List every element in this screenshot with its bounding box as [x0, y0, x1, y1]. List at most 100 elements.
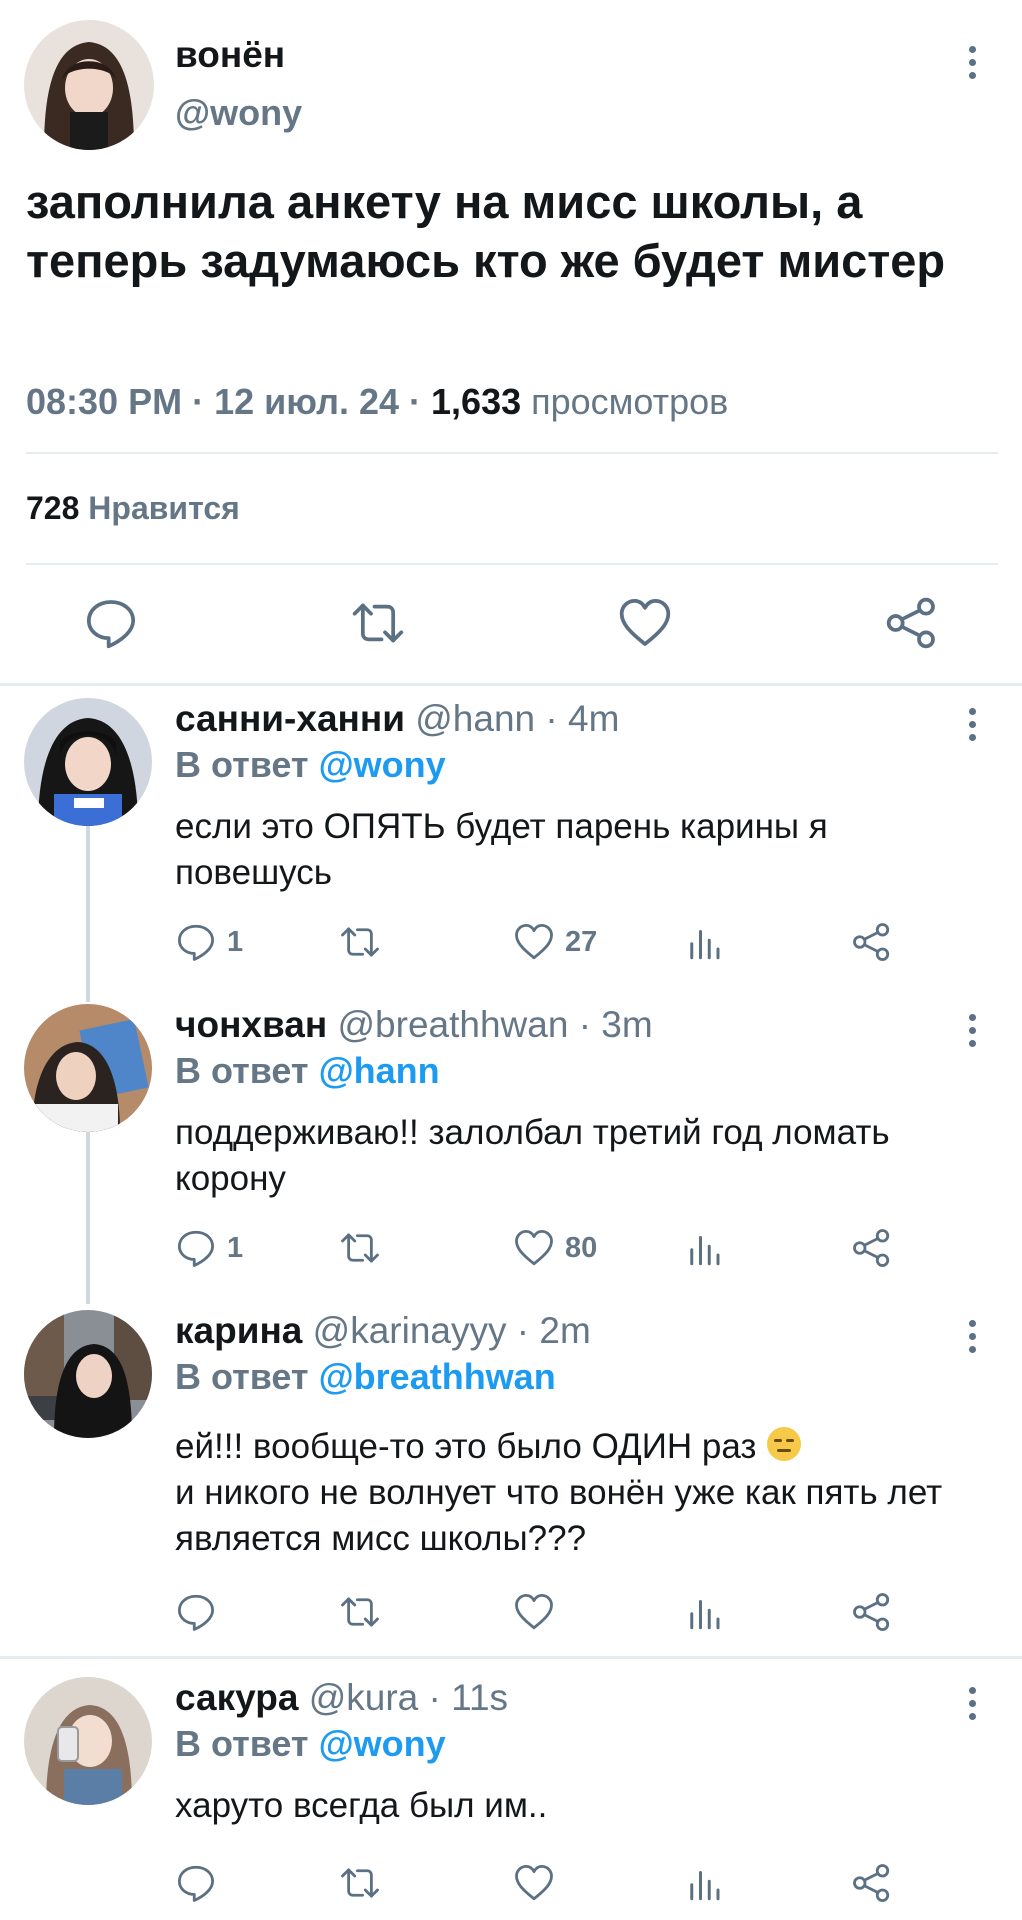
reply-header: санни-ханни @hann · 4m	[175, 698, 619, 740]
reply-author-handle[interactable]: @karinayyy	[313, 1310, 507, 1351]
replying-to-label: В ответ	[175, 1050, 319, 1091]
reply-text: если это ОПЯТЬ будет парень карины я пов…	[175, 807, 828, 892]
like-count: 80	[565, 1231, 598, 1264]
reply-tweet: санни-ханни @hann · 4m В ответ @wony есл…	[0, 686, 1022, 992]
share-button[interactable]	[851, 1588, 893, 1636]
retweet-icon[interactable]	[350, 595, 406, 651]
avatar[interactable]	[24, 1677, 152, 1805]
like-button[interactable]	[513, 1859, 565, 1907]
author-handle[interactable]: @wony	[175, 92, 302, 134]
retweet-icon	[341, 1868, 379, 1898]
reply-actions: 1 80	[175, 1224, 935, 1272]
reply-button[interactable]: 1	[175, 1224, 243, 1272]
views-button[interactable]	[683, 1224, 725, 1272]
reply-author-name[interactable]: санни-ханни	[175, 698, 405, 739]
heart-icon	[515, 1593, 553, 1630]
reply-author-handle[interactable]: @hann	[415, 698, 535, 739]
reply-text-line: и никого не волнует что вонён уже как пя…	[175, 1473, 943, 1558]
avatar[interactable]	[24, 698, 152, 826]
divider	[26, 452, 998, 454]
reply-count: 1	[227, 925, 244, 958]
tweet-text: заполнила анкету на мисс школы, а теперь…	[26, 175, 946, 287]
more-options-icon[interactable]	[958, 42, 986, 82]
reply-author-handle[interactable]: @breathhwan	[337, 1004, 568, 1045]
reply-tweet: сакура @kura · 11s В ответ @wony харуто …	[0, 1659, 1022, 1920]
reply-button[interactable]	[175, 1859, 227, 1907]
heart-icon	[515, 1864, 553, 1901]
heart-icon[interactable]	[617, 595, 673, 651]
expressionless-face-icon	[767, 1427, 802, 1461]
heart-icon	[515, 1229, 553, 1266]
replying-to: В ответ @wony	[175, 1723, 446, 1765]
mention-link[interactable]: @hann	[319, 1050, 440, 1091]
reply-icon[interactable]	[83, 595, 139, 651]
views-button[interactable]	[683, 918, 725, 966]
bar-chart-icon	[690, 1871, 720, 1901]
likes-count: 728	[26, 490, 80, 526]
tweet-date: 12 июл. 24	[214, 381, 400, 422]
reply-button[interactable]	[175, 1588, 227, 1636]
more-options-icon[interactable]	[958, 1010, 986, 1050]
reply-icon	[177, 1865, 215, 1902]
share-button[interactable]	[851, 918, 893, 966]
main-tweet: вонён @wony заполнила анкету на мисс шко…	[0, 0, 1022, 683]
more-options-icon[interactable]	[958, 1316, 986, 1356]
reply-text: ей!!! вообще-то это было ОДИН раз и нико…	[175, 1424, 975, 1562]
reply-icon	[177, 1594, 215, 1631]
divider	[26, 563, 998, 565]
views-count: 1,633	[431, 381, 522, 422]
reply-author-handle[interactable]: @kura	[309, 1677, 419, 1718]
reply-time: · 3m	[578, 1004, 653, 1045]
avatar[interactable]	[24, 1310, 152, 1438]
reply-header: сакура @kura · 11s	[175, 1677, 508, 1719]
reply-author-name[interactable]: карина	[175, 1310, 302, 1351]
reply-count: 1	[227, 1231, 244, 1264]
views-button[interactable]	[683, 1588, 725, 1636]
avatar[interactable]	[24, 1004, 152, 1132]
avatar[interactable]	[24, 20, 154, 150]
reply-text: харуто всегда был им..	[175, 1786, 548, 1825]
views-button[interactable]	[683, 1859, 725, 1907]
reply-actions: 1 27	[175, 918, 935, 966]
like-button[interactable]: 80	[513, 1224, 597, 1272]
reply-time: · 4m	[545, 698, 620, 739]
like-button[interactable]: 27	[513, 918, 597, 966]
reply-icon	[177, 924, 215, 961]
replying-to-label: В ответ	[175, 744, 319, 785]
bar-chart-icon	[690, 1600, 720, 1630]
more-options-icon[interactable]	[958, 704, 986, 744]
replying-to-label: В ответ	[175, 1723, 319, 1764]
share-icon	[853, 1593, 890, 1631]
reply-author-name[interactable]: сакура	[175, 1677, 298, 1718]
retweet-icon	[341, 927, 379, 957]
mention-link[interactable]: @wony	[319, 744, 446, 785]
mention-link[interactable]: @breathhwan	[319, 1356, 556, 1397]
separator: ·	[399, 381, 432, 422]
share-button[interactable]	[851, 1224, 893, 1272]
reply-tweet: карина @karinayyy · 2m В ответ @breathhw…	[0, 1298, 1022, 1656]
retweet-button[interactable]	[339, 1859, 381, 1907]
heart-icon	[515, 923, 553, 960]
reply-text: поддерживаю!! залолбал третий год ломать…	[175, 1113, 890, 1198]
reply-actions	[175, 1859, 935, 1907]
retweet-button[interactable]	[339, 1224, 381, 1272]
like-button[interactable]	[513, 1588, 565, 1636]
share-icon[interactable]	[884, 595, 940, 651]
likes-summary[interactable]: 728 Нравится	[26, 490, 240, 527]
reply-icon	[177, 1230, 215, 1267]
bar-chart-icon	[690, 1236, 720, 1266]
retweet-icon	[341, 1233, 379, 1263]
share-button[interactable]	[851, 1859, 893, 1907]
reply-button[interactable]: 1	[175, 918, 243, 966]
mention-link[interactable]: @wony	[319, 1723, 446, 1764]
retweet-button[interactable]	[339, 918, 381, 966]
replying-to: В ответ @breathhwan	[175, 1356, 556, 1398]
replying-to: В ответ @wony	[175, 744, 446, 786]
retweet-button[interactable]	[339, 1588, 381, 1636]
reply-author-name[interactable]: чонхван	[175, 1004, 327, 1045]
replying-to-label: В ответ	[175, 1356, 319, 1397]
more-options-icon[interactable]	[958, 1683, 986, 1723]
author-name[interactable]: вонён	[175, 34, 285, 76]
reply-time: · 2m	[516, 1310, 591, 1351]
share-icon	[853, 923, 890, 961]
